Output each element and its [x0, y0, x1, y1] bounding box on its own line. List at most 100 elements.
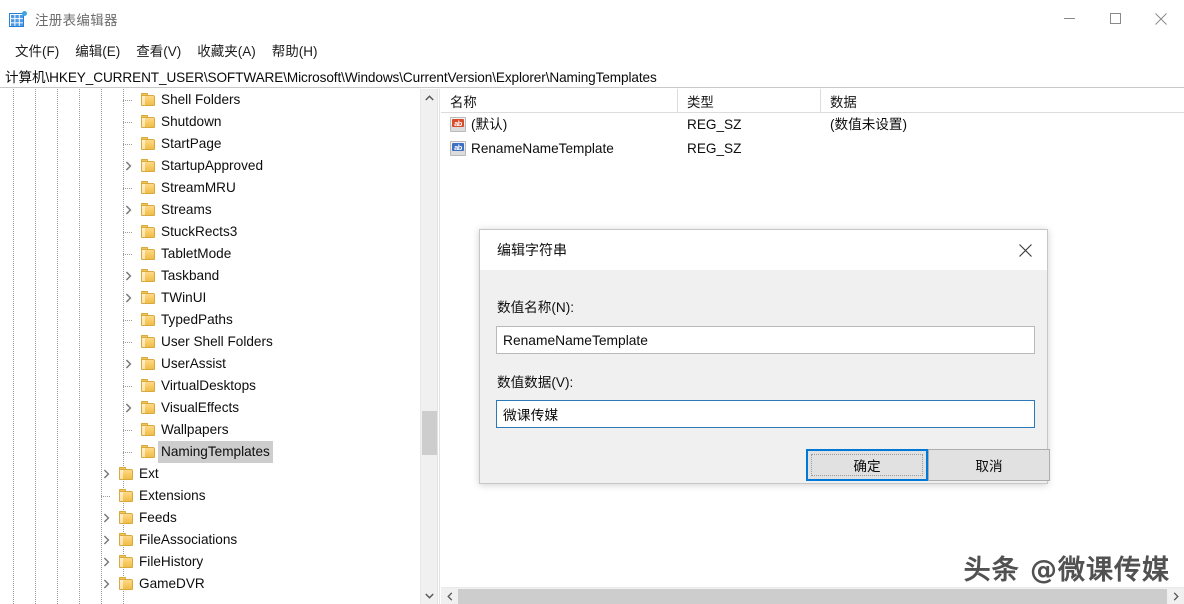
list-horizontal-scrollbar[interactable]: [441, 587, 1184, 604]
tree-item-streams[interactable]: Streams: [0, 199, 420, 221]
minimize-button[interactable]: [1046, 0, 1092, 37]
chevron-right-icon[interactable]: [1167, 588, 1184, 604]
folder-icon: [140, 181, 156, 195]
menu-item-edit[interactable]: 编辑(E): [67, 38, 128, 63]
chevron-right-icon[interactable]: [98, 573, 114, 595]
chevron-right-icon[interactable]: [98, 463, 114, 485]
column-header-name[interactable]: 名称: [441, 89, 678, 113]
tree-item-label: VisualEffects: [161, 400, 240, 415]
cancel-button[interactable]: 取消: [928, 449, 1050, 481]
dialog-close-button[interactable]: [1003, 230, 1047, 270]
tree-item-label: Feeds: [139, 510, 177, 525]
menu-item-help[interactable]: 帮助(H): [264, 38, 326, 63]
tree-item-filehistory[interactable]: FileHistory: [0, 551, 420, 573]
window-controls: [1046, 0, 1184, 37]
folder-icon: [140, 379, 156, 393]
chevron-right-icon[interactable]: [120, 199, 136, 221]
column-header-type[interactable]: 类型: [678, 89, 821, 113]
list-column-headers: 名称 类型 数据: [441, 89, 1184, 113]
tree-item-label: StartupApproved: [161, 158, 264, 173]
chevron-right-icon[interactable]: [120, 265, 136, 287]
close-button[interactable]: [1138, 0, 1184, 37]
tree-item-stuckrects3[interactable]: StuckRects3: [0, 221, 420, 243]
pane-splitter[interactable]: [437, 89, 440, 604]
tree-item-visualeffects[interactable]: VisualEffects: [0, 397, 420, 419]
tree-item-ext[interactable]: Ext: [0, 463, 420, 485]
menu-item-favorites[interactable]: 收藏夹(A): [189, 38, 264, 63]
maximize-button[interactable]: [1092, 0, 1138, 37]
tree-item-label: StuckRects3: [161, 224, 238, 239]
chevron-right-icon[interactable]: [120, 353, 136, 375]
tree-connector: [123, 122, 132, 123]
cancel-button-label: 取消: [975, 459, 1003, 474]
chevron-right-icon[interactable]: [120, 155, 136, 177]
chevron-left-icon[interactable]: [441, 588, 458, 604]
folder-icon: [118, 577, 134, 591]
folder-icon: [118, 533, 134, 547]
tree-item-extensions[interactable]: Extensions: [0, 485, 420, 507]
chevron-right-icon[interactable]: [120, 287, 136, 309]
chevron-up-icon[interactable]: [421, 89, 437, 106]
registry-path: 计算机\HKEY_CURRENT_USER\SOFTWARE\Microsoft…: [5, 69, 657, 85]
tree-scrollbar-thumb[interactable]: [422, 411, 437, 455]
folder-icon: [140, 247, 156, 261]
tree-item-streammru[interactable]: StreamMRU: [0, 177, 420, 199]
tree-item-startpage[interactable]: StartPage: [0, 133, 420, 155]
value-data-label: 数值数据(V):: [497, 375, 574, 390]
tree-item-label: Extensions: [139, 488, 206, 503]
tree-item-user-shell-folders[interactable]: User Shell Folders: [0, 331, 420, 353]
table-row[interactable]: ab (默认) REG_SZ (数值未设置): [441, 113, 1184, 137]
tree-item-shutdown[interactable]: Shutdown: [0, 111, 420, 133]
string-value-icon-blue: ab: [450, 141, 466, 156]
chevron-right-icon[interactable]: [120, 397, 136, 419]
tree-connector: [123, 430, 132, 431]
folder-icon: [140, 445, 156, 459]
list-rows: ab (默认) REG_SZ (数值未设置) ab RenameNameTemplate R…: [441, 113, 1184, 161]
tree-item-fileassociations[interactable]: FileAssociations: [0, 529, 420, 551]
chevron-down-icon[interactable]: [421, 587, 437, 604]
folder-icon: [118, 511, 134, 525]
ok-button[interactable]: 确定: [806, 449, 928, 481]
table-row[interactable]: ab RenameNameTemplate REG_SZ: [441, 137, 1184, 161]
tree-connector: [123, 320, 132, 321]
watermark: 头条 @微课传媒: [963, 555, 1170, 586]
tree-item-tabletmode[interactable]: TabletMode: [0, 243, 420, 265]
menu-item-file[interactable]: 文件(F): [7, 38, 67, 63]
edit-string-dialog: 编辑字符串 数值名称(N): RenameNameTemplate 数值数据(V…: [479, 229, 1050, 484]
tree-item-wallpapers[interactable]: Wallpapers: [0, 419, 420, 441]
folder-icon: [140, 313, 156, 327]
tree-connector: [123, 452, 132, 453]
tree-item-label: FileHistory: [139, 554, 204, 569]
tree-item-namingtemplates[interactable]: NamingTemplates: [0, 441, 420, 463]
folder-icon: [140, 93, 156, 107]
chevron-right-icon[interactable]: [98, 551, 114, 573]
address-bar[interactable]: 计算机\HKEY_CURRENT_USER\SOFTWARE\Microsoft…: [0, 64, 1184, 88]
value-data-input[interactable]: 微课传媒: [496, 400, 1035, 428]
tree-item-feeds[interactable]: Feeds: [0, 507, 420, 529]
tree-item-label: TabletMode: [161, 246, 232, 261]
tree-item-typedpaths[interactable]: TypedPaths: [0, 309, 420, 331]
tree-item-label: VirtualDesktops: [161, 378, 256, 393]
tree-connector: [101, 496, 110, 497]
tree-item-label: TWinUI: [161, 290, 207, 305]
tree-connector: [123, 386, 132, 387]
tree-item-userassist[interactable]: UserAssist: [0, 353, 420, 375]
column-header-data[interactable]: 数据: [821, 89, 1184, 113]
chevron-right-icon[interactable]: [98, 529, 114, 551]
tree-vertical-scrollbar[interactable]: [420, 89, 437, 604]
registry-editor-icon: [9, 10, 27, 28]
registry-editor-window: 注册表编辑器 文件(F) 编辑(E) 查看(V) 收藏夹(A) 帮助(H) 计算…: [0, 0, 1184, 604]
tree-item-shell-folders[interactable]: Shell Folders: [0, 89, 420, 111]
tree-item-startupapproved[interactable]: StartupApproved: [0, 155, 420, 177]
folder-icon: [140, 203, 156, 217]
tree-connector: [123, 254, 132, 255]
menu-item-view[interactable]: 查看(V): [128, 38, 189, 63]
tree-item-virtualdesktops[interactable]: VirtualDesktops: [0, 375, 420, 397]
tree-item-twinui[interactable]: TWinUI: [0, 287, 420, 309]
chevron-right-icon[interactable]: [98, 507, 114, 529]
list-scrollbar-thumb[interactable]: [458, 589, 1167, 604]
dialog-title: 编辑字符串: [497, 242, 567, 258]
tree-item-gamedvr[interactable]: GameDVR: [0, 573, 420, 595]
value-name-input[interactable]: RenameNameTemplate: [496, 326, 1035, 354]
tree-item-taskband[interactable]: Taskband: [0, 265, 420, 287]
